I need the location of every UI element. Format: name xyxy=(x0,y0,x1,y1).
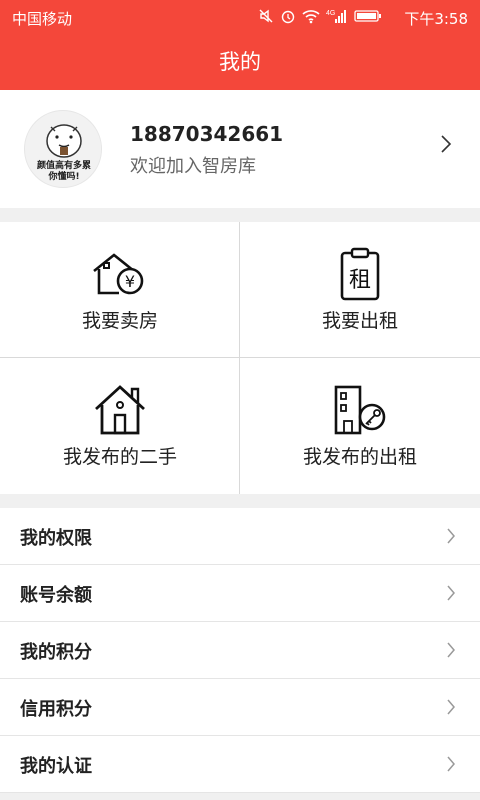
rent-clipboard-icon: 租 xyxy=(240,244,480,304)
my-secondhand-tile[interactable]: 我发布的二手 xyxy=(0,358,240,494)
chevron-right-icon xyxy=(446,698,456,720)
settings-list: 我的权限 账号余额 我的积分 信用积分 我的认证 xyxy=(0,508,480,793)
welcome-text: 欢迎加入智房库 xyxy=(130,156,256,177)
list-item-label: 信用积分 xyxy=(20,699,92,720)
rent-char: 租 xyxy=(349,268,371,293)
list-item-label: 我的积分 xyxy=(20,642,92,663)
list-item-label: 账号余额 xyxy=(20,585,92,606)
list-item-points[interactable]: 我的积分 xyxy=(0,622,480,679)
signal-icon: 4G xyxy=(326,8,348,24)
status-icons: 4G xyxy=(258,8,382,24)
building-key-icon xyxy=(240,380,480,440)
clock-label: 下午3:58 xyxy=(404,10,468,28)
sell-house-tile[interactable]: ¥ 我要卖房 xyxy=(0,222,240,358)
house-yen-icon: ¥ xyxy=(0,244,240,304)
list-item-balance[interactable]: 账号余额 xyxy=(0,565,480,622)
chevron-right-icon xyxy=(446,641,456,663)
my-secondhand-label: 我发布的二手 xyxy=(62,446,177,468)
status-bar: 中国移动 4G 下午3:58 xyxy=(0,0,480,32)
chevron-right-icon xyxy=(446,755,456,777)
rent-out-label: 我要出租 xyxy=(321,310,398,332)
list-item-permissions[interactable]: 我的权限 xyxy=(0,508,480,565)
top-bar: 中国移动 4G 下午3:58 我的 xyxy=(0,0,480,90)
carrier-label: 中国移动 xyxy=(12,10,73,28)
battery-icon xyxy=(354,9,382,23)
list-item-label: 我的权限 xyxy=(20,528,92,549)
phone-number: 18870342661 xyxy=(130,122,284,146)
avatar-face-icon xyxy=(46,124,82,158)
my-rental-tile[interactable]: 我发布的出租 xyxy=(240,358,480,494)
avatar-caption-line2: 你懂吗! xyxy=(48,172,80,182)
avatar-caption: 颜值高有多累 你懂吗! xyxy=(25,161,101,183)
action-grid: ¥ 我要卖房 租 我要出租 我发布的二手 我发布的出租 xyxy=(0,222,480,494)
avatar-caption-line1: 颜值高有多累 xyxy=(36,161,91,171)
wifi-icon xyxy=(302,8,320,24)
mute-icon xyxy=(258,8,274,24)
yen-symbol: ¥ xyxy=(125,272,135,291)
chevron-right-icon xyxy=(446,584,456,606)
page-title: 我的 xyxy=(219,50,261,74)
alarm-icon xyxy=(280,8,296,24)
list-item-verification[interactable]: 我的认证 xyxy=(0,736,480,793)
network-type: 4G xyxy=(326,10,335,17)
chevron-right-icon[interactable] xyxy=(440,134,452,158)
rent-out-tile[interactable]: 租 我要出租 xyxy=(240,222,480,358)
list-item-label: 我的认证 xyxy=(20,756,92,777)
sell-house-label: 我要卖房 xyxy=(81,310,158,332)
my-rental-label: 我发布的出租 xyxy=(302,446,417,468)
profile-card[interactable]: 颜值高有多累 你懂吗! 18870342661 欢迎加入智房库 xyxy=(0,90,480,208)
avatar[interactable]: 颜值高有多累 你懂吗! xyxy=(24,110,102,188)
chevron-right-icon xyxy=(446,527,456,549)
house-icon xyxy=(0,380,240,440)
list-item-credit-points[interactable]: 信用积分 xyxy=(0,679,480,736)
